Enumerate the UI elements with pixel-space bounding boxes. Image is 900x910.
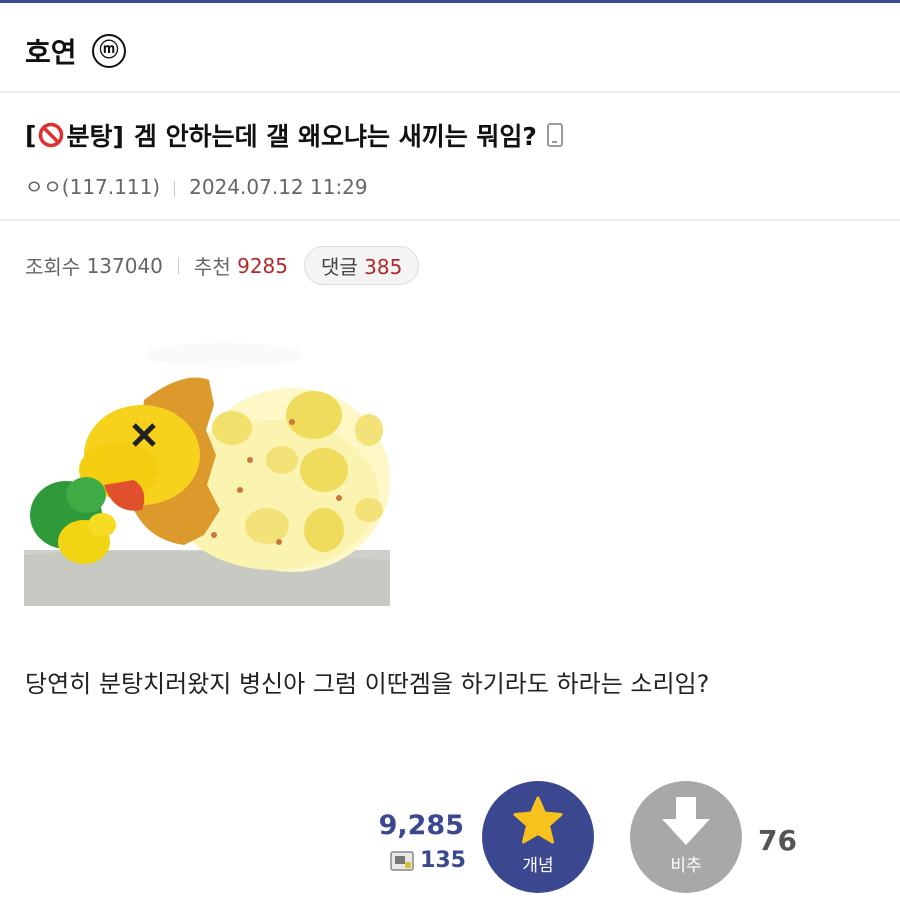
upvote-button[interactable]: 개념 [482,781,594,893]
post-author[interactable]: ㅇㅇ(117.111) [25,175,160,199]
fix-count: 135 [420,848,466,873]
title-head: 분탕] [66,122,124,151]
star-icon [513,796,563,844]
post-title: [ 분탕] 겜 안하는데 갤 왜오냐는 새끼는 뭐임? [25,117,563,153]
title-text: 겜 안하는데 갤 왜오냐는 새끼는 뭐임? [133,122,537,151]
post-date: 2024.07.12 11:29 [189,175,368,199]
gallery-name[interactable]: 호연 [25,31,77,71]
divider [174,180,176,197]
post-image [24,320,390,606]
downvote-button[interactable]: 비추 [630,781,742,893]
downvote-label: 비추 [670,856,702,876]
comments-count: 385 [364,255,403,279]
recommend-total: 9,285 [378,810,464,841]
recommend-label: 추천 [193,255,231,279]
upvote-label: 개념 [522,856,554,876]
comments-label: 댓글 [321,255,358,279]
minor-gallery-badge-icon: ⓜ [92,34,126,68]
recommend-count: 9285 [237,253,288,278]
title-bracket: [ [25,120,37,150]
mobile-icon [546,123,563,147]
no-entry-icon [39,122,64,148]
fix-recommend: 135 [386,848,466,873]
down-arrow-icon [662,797,710,845]
views-label: 조회수 [25,255,81,279]
fix-image-icon [390,850,414,871]
post-meta: ㅇㅇ(117.111) 2024.07.12 11:29 [25,171,368,200]
comments-button[interactable]: 댓글 385 [304,246,420,285]
downvote-count: 76 [758,824,797,857]
post-body: 당연히 분탕치러왔지 병신아 그럼 이딴겜을 하기라도 하라는 소리임? [25,670,710,698]
divider [177,257,179,274]
gallery-header: 호연 ⓜ [0,3,900,93]
post-stats: 조회수 137040 추천 9285 댓글 385 [25,246,420,285]
views-count: 137040 [86,253,163,278]
post-header: [ 분탕] 겜 안하는데 갤 왜오냐는 새끼는 뭐임? ㅇㅇ(117.111) 2… [0,95,900,221]
